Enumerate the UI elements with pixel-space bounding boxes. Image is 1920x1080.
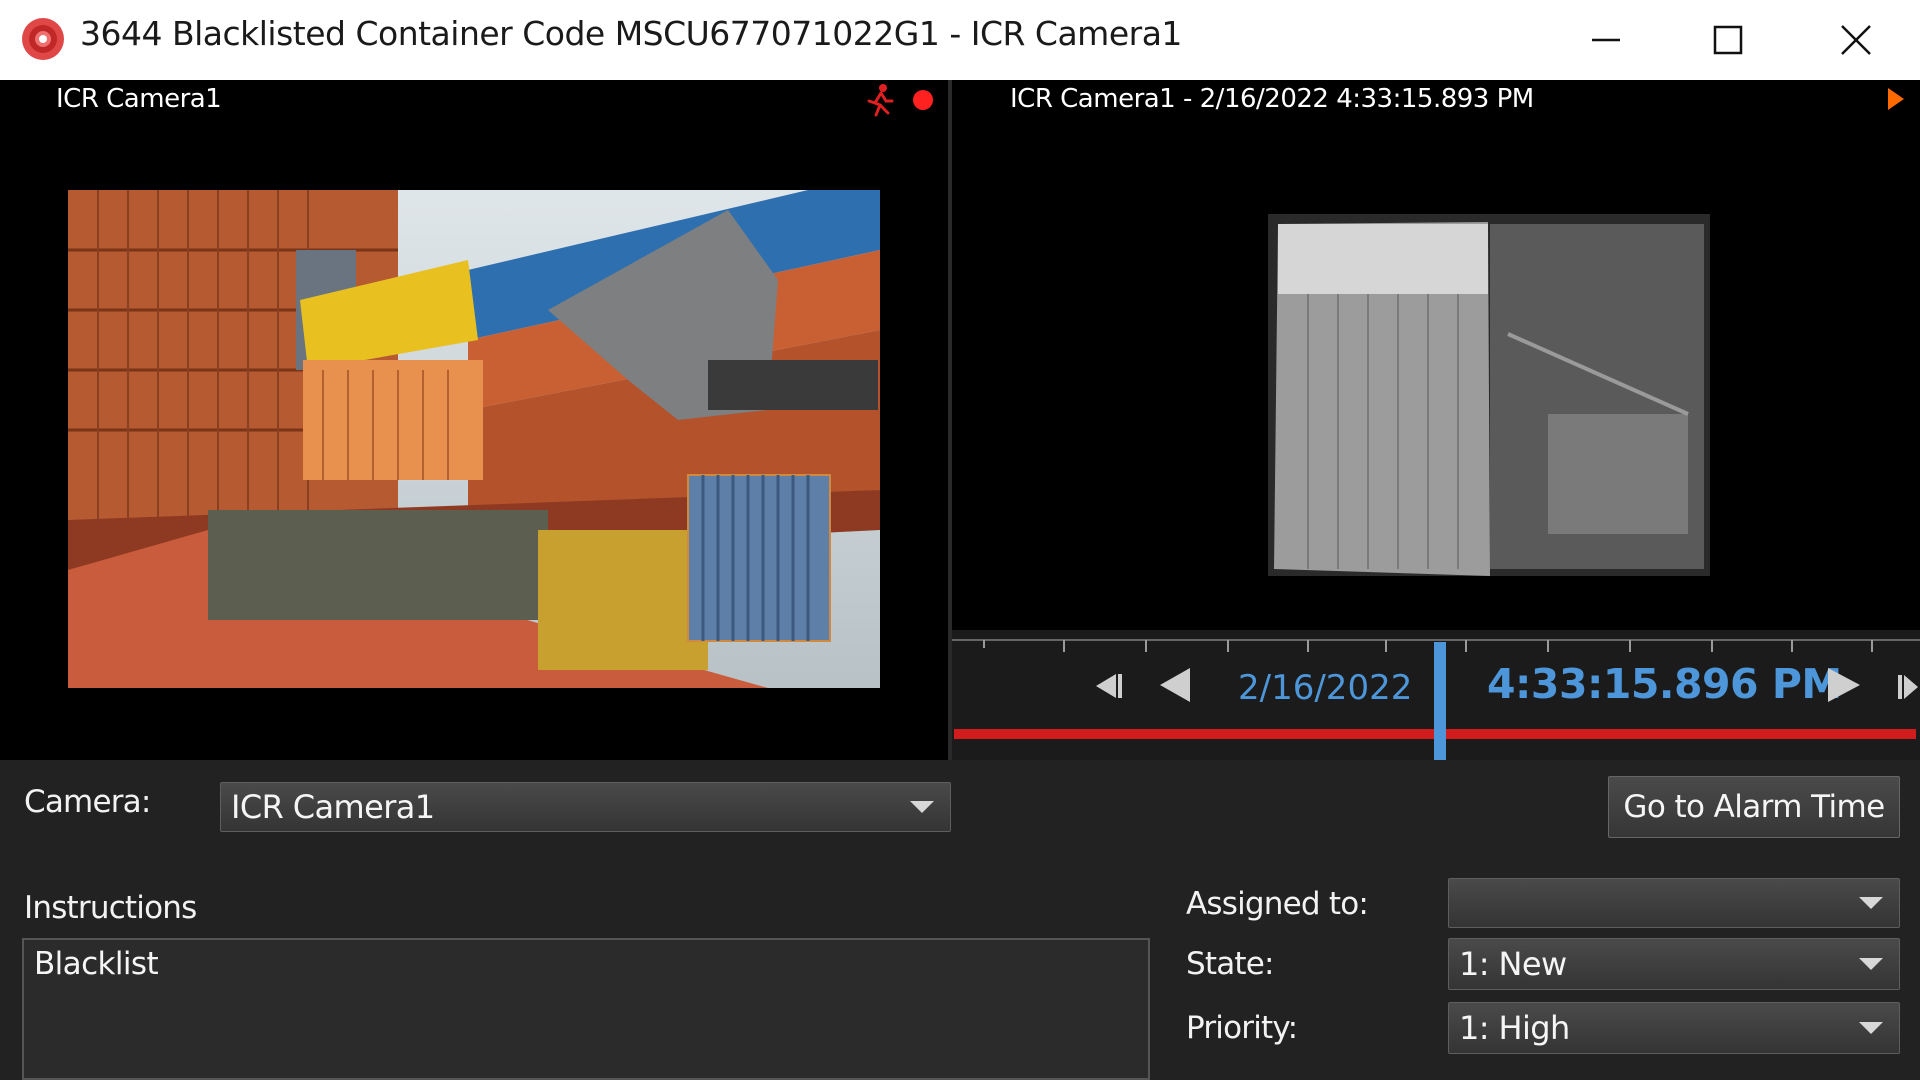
step-back-icon[interactable] (1156, 666, 1194, 704)
close-icon (1841, 25, 1871, 55)
skip-back-icon[interactable] (1090, 670, 1124, 702)
assigned-to-select[interactable] (1448, 878, 1900, 928)
live-pane-title: ICR Camera1 (56, 84, 222, 114)
maximize-button[interactable] (1668, 0, 1788, 80)
timeline-playhead[interactable] (1434, 642, 1446, 760)
go-to-alarm-time-button[interactable]: Go to Alarm Time (1608, 776, 1900, 838)
minimize-icon (1592, 38, 1620, 42)
state-label: State: (1186, 946, 1275, 982)
chevron-down-icon (1859, 958, 1883, 970)
minimize-button[interactable] (1546, 0, 1666, 80)
state-select[interactable]: 1: New (1448, 938, 1900, 990)
playback-pane-title: ICR Camera1 - 2/16/2022 4:33:15.893 PM (1010, 84, 1534, 114)
priority-value: 1: High (1459, 1009, 1570, 1047)
instructions-textarea[interactable]: Blacklist (22, 938, 1150, 1080)
priority-select[interactable]: 1: High (1448, 1002, 1900, 1054)
instructions-label: Instructions (24, 890, 197, 926)
camera-label: Camera: (24, 784, 151, 820)
playback-camera-image (1268, 214, 1710, 576)
chevron-down-icon (1859, 897, 1883, 909)
chevron-down-icon (910, 801, 934, 813)
running-person-icon (867, 84, 894, 117)
play-icon[interactable] (1826, 666, 1862, 704)
alarm-icon (22, 18, 64, 60)
state-value: 1: New (1459, 945, 1567, 983)
instructions-text: Blacklist (34, 946, 159, 982)
recording-indicator-icon (913, 90, 933, 110)
priority-label: Priority: (1186, 1010, 1298, 1046)
window-title: 3644 Blacklisted Container Code MSCU6770… (80, 14, 1182, 53)
assigned-to-label: Assigned to: (1186, 886, 1369, 922)
live-camera-image (68, 190, 880, 688)
close-button[interactable] (1796, 0, 1916, 80)
maximize-icon (1713, 25, 1743, 55)
play-arrow-icon (1888, 88, 1904, 110)
title-bar: 3644 Blacklisted Container Code MSCU6770… (0, 0, 1920, 80)
timeline-date[interactable]: 2/16/2022 (1238, 668, 1412, 708)
timeline-time[interactable]: 4:33:15.896 PM (1487, 660, 1842, 708)
skip-forward-icon[interactable] (1896, 672, 1920, 702)
camera-select-value: ICR Camera1 (231, 788, 435, 826)
camera-select[interactable]: ICR Camera1 (220, 782, 951, 832)
timeline-playhead-marker (1434, 729, 1446, 739)
chevron-down-icon (1859, 1022, 1883, 1034)
